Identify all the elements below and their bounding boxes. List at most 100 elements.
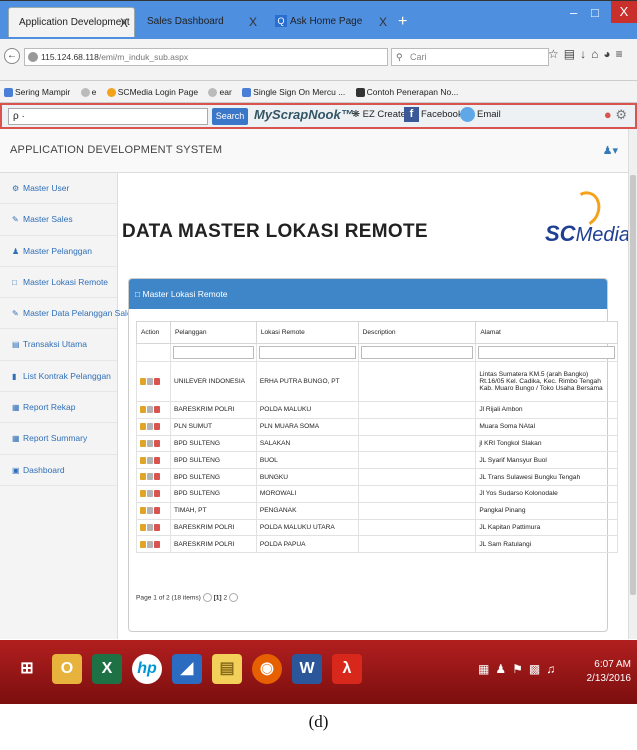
hp-icon[interactable]: hp bbox=[132, 654, 162, 684]
outlook-icon[interactable]: O bbox=[52, 654, 82, 684]
table-row[interactable]: BPD SULTENG SALAKAN jl KRI Tongkol Slakan bbox=[136, 434, 618, 453]
table-row[interactable]: BARESKRIM POLRI POLDA MALUKU UTARA JL Kapi… bbox=[136, 518, 618, 537]
sidebar-item-master-lokasi-remote[interactable]: □ Master Lokasi Remote bbox=[0, 267, 117, 299]
bookmark-ear[interactable]: ear bbox=[208, 87, 235, 98]
view-icon[interactable] bbox=[147, 540, 153, 548]
view-icon[interactable] bbox=[147, 523, 153, 531]
edit-icon[interactable] bbox=[140, 377, 146, 385]
bookmark-star-icon[interactable]: ☆ bbox=[548, 47, 564, 61]
menu-icon[interactable]: ≡ bbox=[616, 47, 628, 61]
sidebar-item-dashboard[interactable]: ▣ Dashboard bbox=[0, 455, 117, 486]
url-bar[interactable]: 115.124.68.118/emi/m_induk_sub.aspx ↻ bbox=[24, 48, 405, 66]
sidebar-item-master-pelanggan[interactable]: ♟ Master Pelanggan bbox=[0, 236, 117, 267]
email-button[interactable]: Email bbox=[460, 107, 501, 122]
toolbar-search-button[interactable]: Search bbox=[212, 108, 248, 125]
sidebar-item-master-user[interactable]: ⚙ Master User bbox=[0, 173, 117, 205]
bookmark-scmedia-login[interactable]: SCMedia Login Page bbox=[106, 87, 202, 98]
table-row[interactable]: BARESKRIM POLRI POLDA PAPUA JL Sam Ratulan… bbox=[136, 535, 618, 554]
word-icon[interactable]: W bbox=[292, 654, 322, 684]
table-row[interactable]: BARESKRIM POLRI POLDA MALUKU Jl Rijali Amb… bbox=[136, 401, 618, 419]
view-icon[interactable] bbox=[147, 456, 153, 464]
edit-icon[interactable] bbox=[140, 406, 146, 414]
column-header-description[interactable]: Description bbox=[357, 321, 477, 344]
bookmark-sering-mampir[interactable]: Sering Mampir bbox=[4, 87, 74, 98]
table-row[interactable]: BPD SULTENG BUNGKU JL Trans Sulawesi Bungk… bbox=[136, 468, 618, 486]
page-2-link[interactable]: 2 bbox=[223, 594, 227, 601]
tab-application-development[interactable]: Application Development X bbox=[8, 7, 135, 37]
delete-icon[interactable] bbox=[154, 473, 160, 481]
home-icon[interactable]: ⌂ bbox=[591, 47, 603, 61]
delete-icon[interactable] bbox=[154, 540, 160, 548]
table-row[interactable]: PLN SUMUT PLN MUARA SOMA Muara Soma NAtal bbox=[136, 417, 618, 436]
site-info-icon[interactable] bbox=[28, 52, 38, 62]
view-icon[interactable] bbox=[147, 439, 153, 447]
sidebar-item-report-summary[interactable]: ▦ Report Summary bbox=[0, 423, 117, 455]
delete-icon[interactable] bbox=[154, 377, 160, 385]
edit-icon[interactable] bbox=[140, 473, 146, 481]
sidebar-item-transaksi-utama[interactable]: ▤ Transaksi Utama bbox=[0, 329, 117, 361]
view-icon[interactable] bbox=[147, 377, 153, 385]
page-scrollbar[interactable] bbox=[628, 129, 637, 639]
table-row[interactable]: BPD SULTENG BUOL JL Syarif Mansyur Buol bbox=[136, 451, 618, 470]
ez-create-button[interactable]: ❋ EZ Create bbox=[352, 109, 406, 120]
next-page-button[interactable] bbox=[228, 593, 238, 602]
prev-page-button[interactable] bbox=[202, 593, 212, 602]
table-row[interactable]: BPD SULTENG MOROWALI Jl Yos Sudarso Kolono… bbox=[136, 484, 618, 503]
volume-icon[interactable]: ♫ bbox=[546, 662, 561, 676]
settings-icon[interactable]: ⚙ bbox=[615, 107, 627, 122]
delete-icon[interactable] bbox=[154, 406, 160, 414]
view-icon[interactable] bbox=[147, 490, 153, 498]
user-icon[interactable]: ♟ bbox=[495, 662, 512, 676]
filter-alamat-input[interactable] bbox=[478, 346, 615, 359]
file-explorer-icon[interactable]: ▤ bbox=[212, 654, 242, 684]
close-window-button[interactable]: X bbox=[611, 1, 637, 23]
firefox-icon[interactable]: ◉ bbox=[252, 654, 282, 684]
excel-icon[interactable]: X bbox=[92, 654, 122, 684]
sidebar-item-master-data-pelanggan-sales[interactable]: ✎ Master Data Pelanggan Sales bbox=[0, 298, 136, 330]
view-icon[interactable] bbox=[147, 406, 153, 414]
addon-icon[interactable]: ● bbox=[604, 107, 612, 122]
toolbar-brand[interactable]: MyScrapNook™ bbox=[254, 107, 354, 122]
minimize-button[interactable]: – bbox=[570, 5, 577, 20]
sidebar-item-master-sales[interactable]: ✎ Master Sales bbox=[0, 204, 117, 236]
delete-icon[interactable] bbox=[154, 456, 160, 464]
table-row[interactable]: TIMAH, PT PENGANAK Pangkal Pinang bbox=[136, 501, 618, 520]
taskbar-clock[interactable]: 6:07 AM 2/13/2016 bbox=[587, 658, 632, 686]
view-icon[interactable] bbox=[147, 507, 153, 514]
download-icon[interactable]: ↓ bbox=[580, 47, 591, 61]
scrollbar-thumb[interactable] bbox=[630, 175, 636, 595]
filter-pelanggan-input[interactable] bbox=[172, 346, 254, 359]
new-tab-button[interactable]: + bbox=[398, 13, 407, 31]
tab-close-icon[interactable]: X bbox=[379, 7, 387, 37]
view-icon[interactable] bbox=[147, 423, 153, 431]
table-row[interactable]: UNILEVER INDONESIA ERHA PUTRA BUNGO, PT Li… bbox=[136, 361, 618, 402]
edit-icon[interactable] bbox=[140, 423, 146, 431]
delete-icon[interactable] bbox=[154, 423, 160, 431]
maximize-button[interactable]: □ bbox=[591, 5, 599, 20]
view-icon[interactable] bbox=[147, 473, 153, 481]
onenote-icon[interactable]: ◢ bbox=[172, 654, 202, 684]
delete-icon[interactable] bbox=[154, 507, 160, 514]
delete-icon[interactable] bbox=[154, 439, 160, 447]
acrobat-icon[interactable]: λ bbox=[332, 654, 362, 684]
sidebar-item-list-kontrak-pelanggan[interactable]: ▮ List Kontrak Pelanggan bbox=[0, 361, 117, 393]
network-icon[interactable]: ▩ bbox=[529, 662, 546, 676]
edit-icon[interactable] bbox=[140, 490, 146, 498]
back-button[interactable]: ← bbox=[4, 48, 20, 64]
tab-close-icon[interactable]: X bbox=[249, 7, 257, 37]
bookmark-contoh-penerapan[interactable]: Contoh Penerapan No... bbox=[355, 87, 463, 98]
edit-icon[interactable] bbox=[140, 456, 146, 464]
keyboard-icon[interactable]: ▦ bbox=[478, 662, 495, 676]
bookmark-single-sign-on[interactable]: Single Sign On Mercu ... bbox=[242, 87, 349, 98]
edit-icon[interactable] bbox=[140, 507, 146, 514]
reading-list-icon[interactable]: ▤ bbox=[564, 47, 580, 61]
edit-icon[interactable] bbox=[140, 540, 146, 548]
bookmark-e[interactable]: e bbox=[80, 87, 101, 98]
edit-icon[interactable] bbox=[140, 439, 146, 447]
toolbar-search-input[interactable]: ρ · bbox=[8, 108, 208, 125]
page-1-link[interactable]: [1] bbox=[214, 594, 222, 601]
tab-close-icon[interactable]: X bbox=[120, 8, 128, 38]
delete-icon[interactable] bbox=[154, 490, 160, 498]
column-header-pelanggan[interactable]: Pelanggan bbox=[169, 321, 257, 344]
facebook-button[interactable]: f Facebook bbox=[404, 107, 463, 122]
